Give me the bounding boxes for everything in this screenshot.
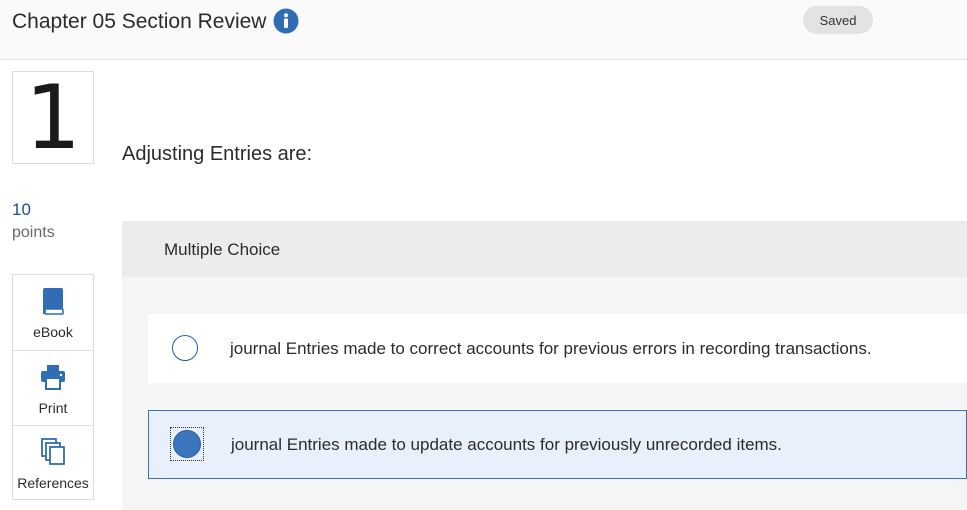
documents-icon [40, 426, 66, 471]
question-number: 1 [25, 65, 81, 169]
question-tools-panel: eBook Print References [12, 274, 94, 500]
points-label: points [12, 224, 55, 241]
page-header: Chapter 05 Section Review Saved [0, 0, 967, 60]
print-button[interactable]: Print [13, 350, 93, 425]
question-type-bar: Multiple Choice [122, 221, 967, 277]
saved-status-badge: Saved [803, 6, 873, 34]
info-icon[interactable] [273, 8, 299, 34]
answer-option-b[interactable]: journal Entries made to update accounts … [148, 410, 967, 479]
question-prompt: Adjusting Entries are: [122, 143, 313, 165]
points-value: 10 [12, 200, 31, 219]
print-label: Print [38, 400, 68, 416]
radio-button-unselected[interactable] [172, 335, 198, 361]
radio-focus-ring [170, 427, 204, 461]
page-title: Chapter 05 Section Review [12, 10, 267, 33]
ebook-button[interactable]: eBook [13, 275, 93, 350]
answer-option-a[interactable]: journal Entries made to correct accounts… [148, 314, 967, 383]
answer-option-text: journal Entries made to correct accounts… [230, 339, 872, 358]
ebook-label: eBook [33, 324, 73, 340]
radio-button-selected[interactable] [173, 430, 201, 458]
answer-option-text: journal Entries made to update accounts … [231, 435, 782, 454]
book-icon [40, 275, 66, 320]
references-button[interactable]: References [13, 425, 93, 500]
question-number-box: 1 [12, 71, 94, 164]
printer-icon [39, 351, 67, 396]
question-type-label: Multiple Choice [164, 240, 281, 259]
references-label: References [17, 475, 89, 491]
